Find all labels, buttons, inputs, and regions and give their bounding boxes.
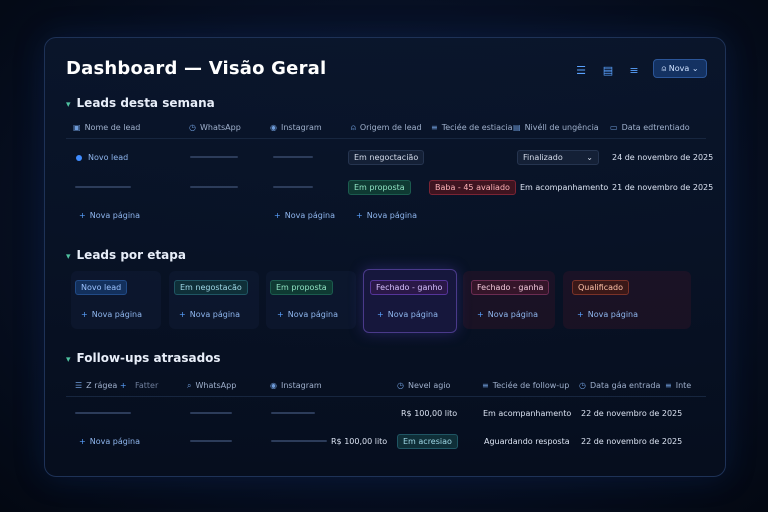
select-icon: ▤ [513, 123, 521, 132]
sort-icon: ☰ [75, 381, 83, 390]
stage-badge-ganho[interactable]: Fechado - ganho [370, 280, 449, 295]
stage-badge-proposta[interactable]: Em proposta [270, 280, 333, 295]
calendar-icon: ▣ [73, 123, 81, 132]
layout-icon[interactable]: ▤ [601, 64, 615, 78]
col-nevel[interactable]: ◷ Nevel agio [397, 381, 450, 390]
list-icon[interactable]: ≡ [627, 64, 641, 78]
new-page-link[interactable]: + Nova página [356, 211, 417, 220]
instagram-placeholder [273, 156, 313, 158]
origem-badge[interactable]: Em proposta [348, 180, 411, 195]
person-icon: ⍝ [351, 123, 356, 132]
date-icon: ▭ [610, 123, 618, 132]
col-inte[interactable]: ≡ Inte [665, 381, 691, 390]
stage-card-4[interactable] [363, 269, 457, 333]
col-nivel[interactable]: ▤ Nivéll de ungência [513, 123, 599, 132]
new-button[interactable]: ⍝ Nova ⌄ [653, 59, 707, 78]
name-placeholder [75, 412, 131, 414]
col-fatter[interactable]: Fatter [135, 381, 158, 390]
whatsapp-placeholder [190, 156, 238, 158]
clock-icon: ◷ [397, 381, 404, 390]
row-1-date: 24 de novembro de 2025 [612, 153, 714, 162]
stage-badge-novo-lead[interactable]: Novo lead [75, 280, 128, 295]
header-divider [66, 138, 706, 139]
new-page-link[interactable]: + Nova página [274, 211, 335, 220]
col-whatsapp[interactable]: ◷ WhatsApp [189, 123, 241, 132]
new-page-link[interactable]: + Nova página [79, 211, 140, 220]
col-tecie[interactable]: ≡ Teciée de estiacia [431, 123, 513, 132]
text-icon: ≡ [482, 381, 489, 390]
col-origem[interactable]: ⍝ Origem de lead [351, 123, 422, 133]
section-leads-etapa-title: ▾ Leads por etapa [66, 248, 186, 262]
col-tecie-followup[interactable]: ≡ Teciée de follow-up [482, 381, 569, 390]
new-page-link[interactable]: + Nova página [477, 310, 538, 319]
col-whatsapp[interactable]: ⌕ WhatsApp [187, 381, 236, 391]
whatsapp-icon: ◷ [189, 123, 196, 132]
origem-badge[interactable]: Em negoctacião [348, 150, 425, 165]
section-followups-title: ▾ Follow-ups atrasados [66, 351, 221, 365]
row-1-date: 22 de novembro de 2025 [581, 409, 683, 418]
table-icon: ▾ [66, 100, 71, 110]
user-icon: ⍝ [661, 64, 667, 73]
instagram-icon: ◉ [270, 123, 277, 132]
whatsapp-placeholder [190, 186, 238, 188]
col-nome[interactable]: ▣ Nome de lead [73, 123, 140, 132]
row-1-nevel: R$ 100,00 lito [401, 409, 458, 418]
instagram-placeholder [271, 412, 315, 414]
stage-badge-negociacao[interactable]: Em negostacão [174, 280, 248, 295]
row-2-value: R$ 100,00 lito [331, 437, 388, 446]
new-page-link[interactable]: + Nova página [277, 310, 338, 319]
search-icon: ⌕ [187, 381, 192, 390]
section-leads-semana-title: ▾ Leads desta semana [66, 96, 215, 110]
new-page-link[interactable]: + Nova página [377, 310, 438, 319]
row-2-date: 22 de novembro de 2025 [581, 437, 683, 446]
status-dot-icon [76, 154, 82, 161]
col-instagram[interactable]: ◉ Instagram [270, 381, 322, 390]
new-page-link[interactable]: + Nova página [79, 437, 140, 446]
page-title: Dashboard — Visão Geral [66, 58, 327, 79]
instagram-icon: ◉ [270, 381, 277, 390]
nivel-select[interactable]: Finalizado ⌄ [517, 150, 599, 165]
chevron-down-icon: ⌄ [691, 64, 699, 73]
stage-badge-qualificado[interactable]: Qualificado [572, 280, 630, 295]
col-instagram[interactable]: ◉ Instagram [270, 123, 322, 132]
row-1-tecie: Em acompanhamento [483, 409, 572, 418]
clock-icon: ◷ [579, 381, 586, 390]
dashboard-panel: Dashboard — Visão Geral ☰ ▤ ≡ ⍝ Nova ⌄ ▾… [44, 37, 726, 477]
new-page-link[interactable]: + Nova página [179, 310, 240, 319]
tecie-badge[interactable]: Baba - 45 avaliado [429, 180, 516, 195]
whatsapp-placeholder [190, 412, 232, 414]
table-row-1-name[interactable]: Novo lead [76, 153, 128, 162]
text-icon: ≡ [431, 123, 438, 132]
new-page-link[interactable]: + Nova página [577, 310, 638, 319]
row-2-date: 21 de novembro de 2025 [612, 183, 714, 192]
stage-badge-ganha[interactable]: Fechado - ganha [471, 280, 550, 295]
row-2-nevel-badge[interactable]: Em acresiao [397, 434, 458, 449]
name-placeholder [75, 186, 131, 188]
chevron-down-icon: ⌄ [586, 153, 593, 162]
board-icon: ▾ [66, 252, 71, 262]
instagram-placeholder [271, 440, 327, 442]
row-2-tecie: Aguardando resposta [484, 437, 570, 446]
row-2-nivel[interactable]: Em acompanhamento [520, 183, 608, 192]
col-z-ragea[interactable]: ☰ Z rágea + [75, 381, 127, 390]
table-icon: ▾ [66, 355, 71, 365]
whatsapp-placeholder [190, 440, 232, 442]
col-data[interactable]: ▭ Data edtrentiado [610, 123, 690, 132]
new-page-link[interactable]: + Nova página [81, 310, 142, 319]
col-data-entrada[interactable]: ◷ Data gáa entrada [579, 381, 660, 390]
instagram-placeholder [273, 186, 313, 188]
text-icon: ≡ [665, 381, 672, 390]
header-divider [66, 396, 706, 397]
filter-icon[interactable]: ☰ [574, 64, 588, 78]
